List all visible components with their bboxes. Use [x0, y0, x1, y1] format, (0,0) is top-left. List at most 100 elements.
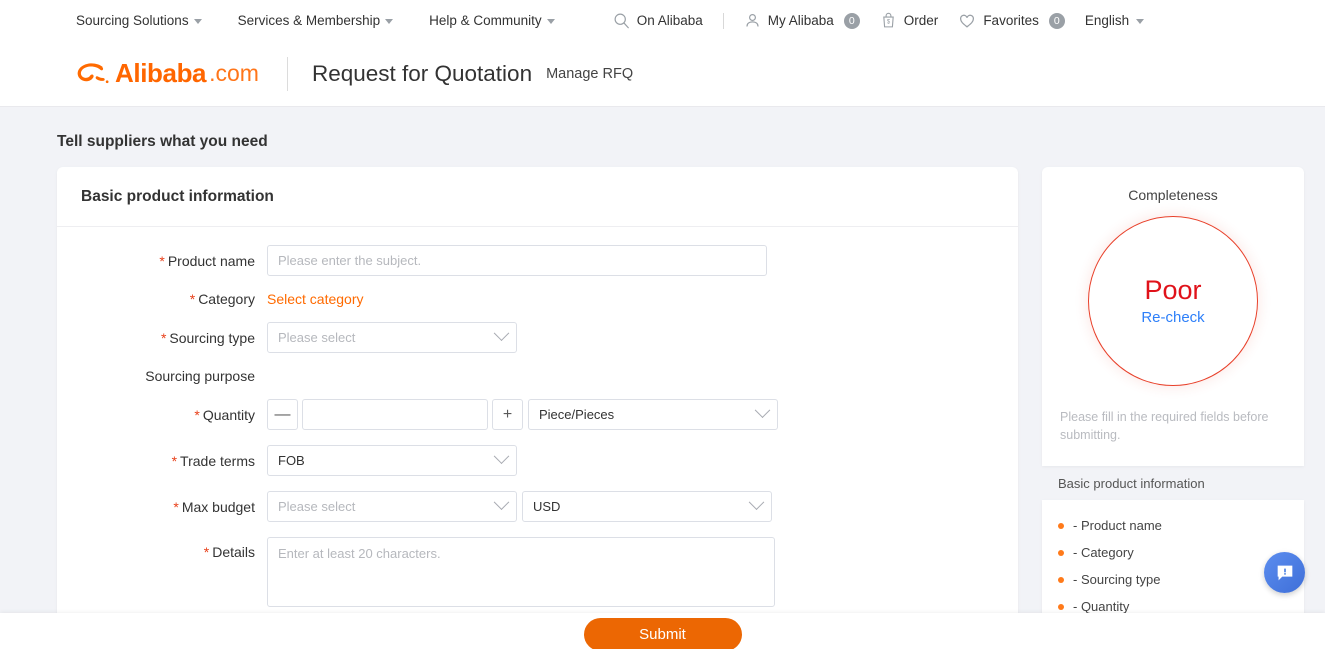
- bullet-icon: [1058, 576, 1064, 583]
- top-nav-right-group: On Alibaba My Alibaba 0 $ Order Favorite…: [613, 12, 1145, 30]
- trade-terms-label-text: Trade terms: [180, 452, 255, 469]
- nav-divider: [722, 12, 724, 29]
- list-item-label: - Product name: [1073, 518, 1162, 534]
- product-name-label-text: Product name: [167, 252, 255, 269]
- favorites-menu[interactable]: Favorites 0: [958, 12, 1065, 30]
- chevron-down-icon: [493, 448, 510, 465]
- form-fields: * Product name Please enter the subject. …: [57, 227, 1018, 632]
- field-product-name: * Product name Please enter the subject.: [57, 245, 1018, 276]
- field-max-budget: * Max budget Please select USD: [57, 491, 1018, 522]
- nav-sourcing-solutions-label: Sourcing Solutions: [76, 13, 189, 28]
- section-heading: Tell suppliers what you need: [57, 133, 268, 150]
- order-menu[interactable]: $ Order: [880, 12, 939, 29]
- trade-terms-label: * Trade terms: [57, 453, 267, 469]
- details-textarea[interactable]: Enter at least 20 characters.: [267, 537, 775, 607]
- page-body: Tell suppliers what you need Basic produ…: [0, 107, 1325, 635]
- chevron-down-icon: [1136, 19, 1145, 24]
- field-sourcing-purpose: Sourcing purpose: [57, 368, 1018, 384]
- max-budget-label: * Max budget: [57, 499, 267, 515]
- product-name-placeholder: Please enter the subject.: [278, 253, 422, 268]
- bullet-icon: [1058, 549, 1064, 556]
- completeness-title: Completeness: [1128, 187, 1218, 203]
- field-details: * Details Enter at least 20 characters.: [57, 537, 1018, 607]
- nav-sourcing-solutions[interactable]: Sourcing Solutions: [76, 13, 202, 28]
- list-item: - Sourcing type: [1058, 566, 1288, 593]
- nav-services-membership-label: Services & Membership: [237, 13, 381, 28]
- my-alibaba-menu[interactable]: My Alibaba 0: [744, 12, 860, 29]
- quantity-stepper: — + Piece/Pieces: [267, 399, 778, 430]
- svg-text:$: $: [887, 20, 891, 26]
- alibaba-logo[interactable]: Alibaba .com: [76, 58, 259, 89]
- quantity-increment-button[interactable]: +: [492, 399, 523, 430]
- field-sourcing-type: * Sourcing type Please select: [57, 322, 1018, 353]
- list-item-label: - Quantity: [1073, 599, 1130, 615]
- category-label-text: Category: [198, 291, 255, 307]
- currency-value: USD: [533, 499, 561, 514]
- field-category: * Category Select category: [57, 291, 1018, 307]
- checklist-title: Basic product information: [1058, 476, 1205, 492]
- chevron-down-icon: [493, 325, 510, 342]
- chevron-down-icon: [193, 19, 202, 24]
- required-asterisk: *: [171, 452, 178, 469]
- order-label: Order: [903, 13, 939, 28]
- sticky-footer: Submit: [0, 613, 1325, 649]
- currency-select[interactable]: USD: [522, 491, 772, 522]
- required-asterisk: *: [159, 252, 165, 269]
- quantity-label: * Quantity: [57, 407, 267, 423]
- required-asterisk: *: [194, 406, 200, 423]
- max-budget-value: Please select: [278, 499, 356, 514]
- list-item-label: - Category: [1073, 545, 1134, 561]
- sourcing-type-label: * Sourcing type: [57, 330, 267, 346]
- max-budget-select[interactable]: Please select: [267, 491, 517, 522]
- favorites-badge: 0: [1048, 12, 1065, 29]
- my-alibaba-badge: 0: [843, 12, 860, 29]
- card-title: Basic product information: [57, 167, 1018, 227]
- quantity-input[interactable]: [302, 399, 488, 430]
- required-asterisk: *: [160, 329, 167, 346]
- manage-rfq-link[interactable]: Manage RFQ: [546, 66, 633, 82]
- quantity-unit-select[interactable]: Piece/Pieces: [528, 399, 778, 430]
- chevron-down-icon: [748, 494, 765, 511]
- language-selector[interactable]: English: [1084, 13, 1145, 28]
- list-item-label: - Sourcing type: [1073, 572, 1161, 588]
- list-item: - Category: [1058, 539, 1288, 566]
- search-on-alibaba[interactable]: On Alibaba: [613, 12, 703, 29]
- chat-support-button[interactable]: [1264, 552, 1305, 593]
- logo-wordmark: Alibaba: [115, 58, 207, 88]
- field-quantity: * Quantity — + Piece/Pieces: [57, 399, 1018, 430]
- my-alibaba-label: My Alibaba: [767, 13, 834, 28]
- field-trade-terms: * Trade terms FOB: [57, 445, 1018, 476]
- page-title: Request for Quotation: [311, 60, 533, 86]
- content-layout: Basic product information * Product name …: [0, 167, 1325, 635]
- details-label-text: Details: [212, 544, 255, 560]
- product-name-input[interactable]: Please enter the subject.: [267, 245, 767, 276]
- submit-button[interactable]: Submit: [583, 618, 742, 649]
- required-asterisk: *: [189, 291, 196, 307]
- chevron-down-icon: [493, 494, 510, 511]
- quantity-decrement-button[interactable]: —: [267, 399, 298, 430]
- favorites-label: Favorites: [983, 13, 1039, 28]
- alibaba-swirl-icon: [76, 60, 112, 88]
- completeness-rating: Poor: [1144, 274, 1202, 305]
- nav-help-community[interactable]: Help & Community: [429, 13, 555, 28]
- trade-terms-value: FOB: [278, 453, 305, 468]
- user-icon: [744, 12, 761, 29]
- recheck-link[interactable]: Re-check: [1141, 309, 1204, 326]
- chevron-down-icon: [546, 19, 555, 24]
- trade-terms-select[interactable]: FOB: [267, 445, 517, 476]
- quantity-label-text: Quantity: [202, 406, 255, 423]
- brand-header: Alibaba .com Request for Quotation Manag…: [0, 41, 1325, 107]
- completeness-ring: Poor Re-check: [1088, 216, 1258, 386]
- details-label: * Details: [57, 537, 267, 560]
- logo-dotcom: .com: [209, 60, 259, 86]
- search-on-alibaba-label: On Alibaba: [636, 13, 703, 28]
- sourcing-type-select[interactable]: Please select: [267, 322, 517, 353]
- language-label: English: [1084, 13, 1130, 28]
- required-asterisk: *: [203, 544, 210, 560]
- nav-services-membership[interactable]: Services & Membership: [238, 13, 394, 28]
- nav-help-community-label: Help & Community: [429, 13, 542, 28]
- bullet-icon: [1058, 522, 1064, 529]
- category-label: * Category: [57, 291, 267, 307]
- select-category-link[interactable]: Select category: [267, 291, 364, 307]
- chevron-down-icon: [385, 19, 394, 24]
